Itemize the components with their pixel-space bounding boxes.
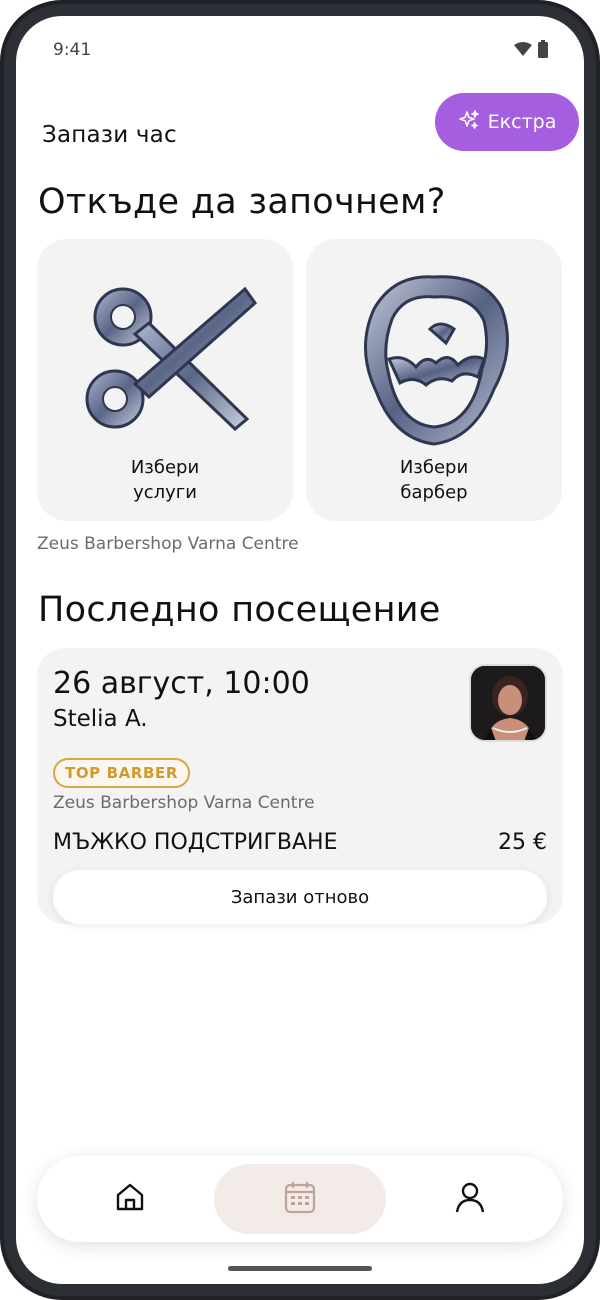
page-title: Запази час — [42, 122, 177, 148]
top-barber-badge: TOP BARBER — [53, 758, 191, 788]
status-icons — [514, 40, 548, 58]
nav-profile[interactable] — [417, 1164, 523, 1234]
visit-service: МЪЖКО ПОДСТРИГВАНЕ — [53, 830, 338, 855]
extra-button[interactable]: Екстра — [435, 93, 579, 151]
barber-avatar[interactable] — [469, 664, 547, 742]
app-screen: 9:41 Запази час Екстра Откъде да започне… — [16, 16, 584, 1284]
choose-barber-label: Избери барбер — [399, 457, 469, 503]
choose-barber-card[interactable]: Избери барбер — [306, 239, 562, 521]
barber-face-icon — [364, 275, 509, 446]
profile-icon — [455, 1181, 485, 1217]
shop-location: Zeus Barbershop Varna Centre — [37, 534, 299, 554]
scissors-icon — [85, 286, 258, 432]
rebook-button[interactable]: Запази отново — [53, 870, 547, 924]
battery-icon — [538, 40, 548, 58]
start-section-title: Откъде да започнем? — [38, 182, 446, 222]
choose-services-card[interactable]: Избери услуги — [37, 239, 293, 521]
bottom-nav — [37, 1156, 563, 1242]
calendar-icon — [284, 1180, 316, 1218]
status-time: 9:41 — [53, 40, 92, 60]
status-bar: 9:41 — [16, 16, 584, 80]
visit-date: 26 август, 10:00 — [53, 666, 310, 701]
choose-services-label: Избери услуги — [130, 457, 200, 503]
visit-price: 25 € — [498, 830, 547, 855]
extra-button-label: Екстра — [487, 111, 557, 133]
last-visit-title: Последно посещение — [38, 590, 441, 630]
visit-location: Zeus Barbershop Varna Centre — [53, 793, 315, 813]
nav-calendar[interactable] — [214, 1164, 386, 1234]
last-visit-card: 26 август, 10:00 Stelia A. TOP BARBER Ze… — [37, 648, 563, 924]
phone-frame: 9:41 Запази час Екстра Откъде да започне… — [0, 0, 600, 1300]
visit-barber-name: Stelia A. — [53, 706, 148, 732]
home-indicator[interactable] — [228, 1266, 372, 1271]
nav-home[interactable] — [77, 1164, 183, 1234]
wifi-icon — [514, 42, 532, 56]
sparkles-icon — [458, 109, 480, 136]
home-icon — [114, 1181, 146, 1217]
